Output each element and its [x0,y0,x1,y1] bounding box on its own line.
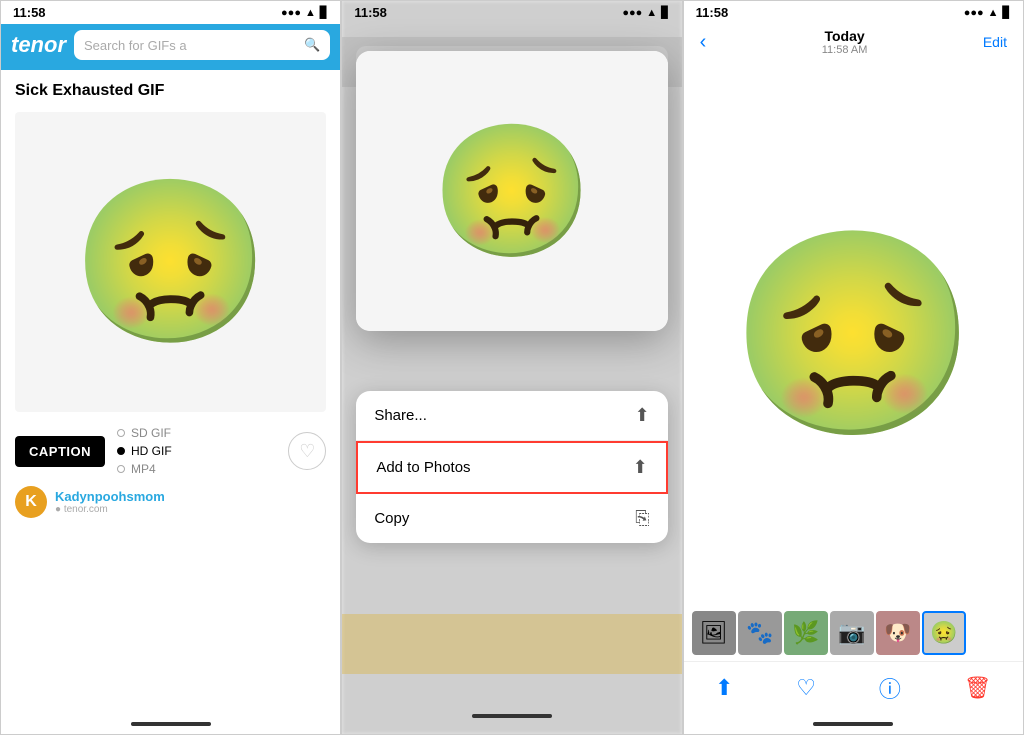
tenor-content: Sick Exhausted GIF 🤢 CAPTION SD GIF HD G… [1,70,340,714]
share-icon: ⬆ [635,405,650,426]
add-photos-icon: ⬆ [633,457,648,478]
preview-image: 🤢 [356,51,667,331]
copy-label: Copy [374,510,409,527]
signal-icon: ●●● [281,7,301,19]
user-row: K Kadynpoohsmom ● tenor.com [15,486,326,518]
thumb-active[interactable]: 🤢 [922,611,966,655]
preview-card: 🤢 [356,51,667,331]
photos-header: ‹ Today 11:58 AM Edit [684,24,1023,64]
wifi-icon-3: ▲ [988,7,999,19]
share-option[interactable]: Share... ⬆ [356,391,667,441]
gif-title: Sick Exhausted GIF [15,82,326,100]
wifi-icon-2: ▲ [646,7,657,19]
format-sd[interactable]: SD GIF [117,426,172,440]
tenor-logo: tenor [11,32,66,58]
user-avatar: K [15,486,47,518]
sick-emoji: 🤢 [71,182,270,342]
phone1-tenor: 11:58 ●●● ▲ ▊ tenor Search for GIFs a 🔍 … [0,0,341,735]
sick-emoji-3: 🤢 [729,217,978,452]
add-to-photos-option[interactable]: Add to Photos ⬆ [356,441,667,494]
date-label: Today [822,28,868,44]
time-1: 11:58 [13,5,46,20]
blurred-bottom [342,614,681,674]
home-indicator-2 [472,714,552,718]
format-options: SD GIF HD GIF MP4 [117,426,172,476]
thumb-5[interactable]: 🐶 [876,611,920,655]
context-menu: Share... ⬆ Add to Photos ⬆ Copy ⎘ [356,391,667,543]
wifi-icon: ▲ [305,7,316,19]
photo-view: 🤢 [684,64,1023,605]
thumb-icon-5: 🐶 [884,620,911,646]
thumbnail-strip: 🖼 🐾 🌿 📷 🐶 🤢 [684,605,1023,661]
share-label: Share... [374,407,427,424]
caption-button[interactable]: CAPTION [15,436,105,467]
time-3: 11:58 [696,5,729,20]
thumb-icon-4: 📷 [838,620,865,646]
photos-toolbar: ⬆ ♡ ⓘ 🗑 [684,661,1023,714]
sd-label: SD GIF [131,426,171,440]
copy-option[interactable]: Copy ⎘ [356,494,667,543]
share-toolbar-button[interactable]: ⬆ [715,675,733,701]
add-photos-label: Add to Photos [376,459,470,476]
delete-toolbar-button[interactable]: 🗑 [964,675,992,701]
user-info: Kadynpoohsmom ● tenor.com [55,489,165,515]
favorite-toolbar-button[interactable]: ♡ [796,675,816,701]
thumb-icon-active: 🤢 [930,620,957,646]
status-bar-3: 11:58 ●●● ▲ ▊ [684,1,1023,24]
status-icons-2: ●●● ▲ ▊ [622,6,669,19]
thumb-icon-2: 🐾 [746,620,773,646]
phone2-context: 11:58 ●●● ▲ ▊ 🤢 Share... ⬆ Add to Photos… [341,0,682,735]
battery-icon: ▊ [320,6,328,19]
thumb-3[interactable]: 🌿 [784,611,828,655]
mp4-dot [117,465,125,473]
battery-icon-3: ▊ [1003,6,1011,19]
format-mp4[interactable]: MP4 [117,462,172,476]
status-icons-3: ●●● ▲ ▊ [964,6,1011,19]
time-2: 11:58 [354,5,387,20]
hd-label: HD GIF [131,444,172,458]
tenor-header: tenor Search for GIFs a 🔍 [1,24,340,70]
heart-button[interactable]: ♡ [288,432,326,470]
home-indicator-3 [813,722,893,726]
thumb-1[interactable]: 🖼 [692,611,736,655]
mp4-label: MP4 [131,462,156,476]
search-bar[interactable]: Search for GIFs a 🔍 [74,30,330,60]
thumb-icon-1: 🖼 [700,620,728,646]
gif-preview: 🤢 [15,112,326,412]
signal-icon-2: ●●● [622,7,642,19]
home-indicator-1 [131,722,211,726]
hd-dot [117,447,125,455]
sick-emoji-2: 🤢 [431,115,593,268]
battery-icon-2: ▊ [661,6,669,19]
back-button[interactable]: ‹ [700,31,707,54]
search-placeholder: Search for GIFs a [84,38,187,53]
time-label: 11:58 AM [822,44,868,56]
thumb-icon-3: 🌿 [792,620,819,646]
username: Kadynpoohsmom [55,489,165,504]
thumb-4[interactable]: 📷 [830,611,874,655]
format-hd[interactable]: HD GIF [117,444,172,458]
status-bar-2: 11:58 ●●● ▲ ▊ [342,1,681,24]
caption-row: CAPTION SD GIF HD GIF MP4 ♡ [15,426,326,476]
info-toolbar-button[interactable]: ⓘ [879,672,901,704]
phone3-photos: 11:58 ●●● ▲ ▊ ‹ Today 11:58 AM Edit 🤢 🖼 … [683,0,1024,735]
sd-dot [117,429,125,437]
date-info: Today 11:58 AM [822,28,868,56]
status-icons-1: ●●● ▲ ▊ [281,6,328,19]
status-bar-1: 11:58 ●●● ▲ ▊ [1,1,340,24]
user-domain: ● tenor.com [55,504,165,515]
thumb-2[interactable]: 🐾 [738,611,782,655]
copy-icon: ⎘ [635,508,649,529]
search-icon: 🔍 [304,37,320,53]
signal-icon-3: ●●● [964,7,984,19]
edit-button[interactable]: Edit [983,34,1007,50]
